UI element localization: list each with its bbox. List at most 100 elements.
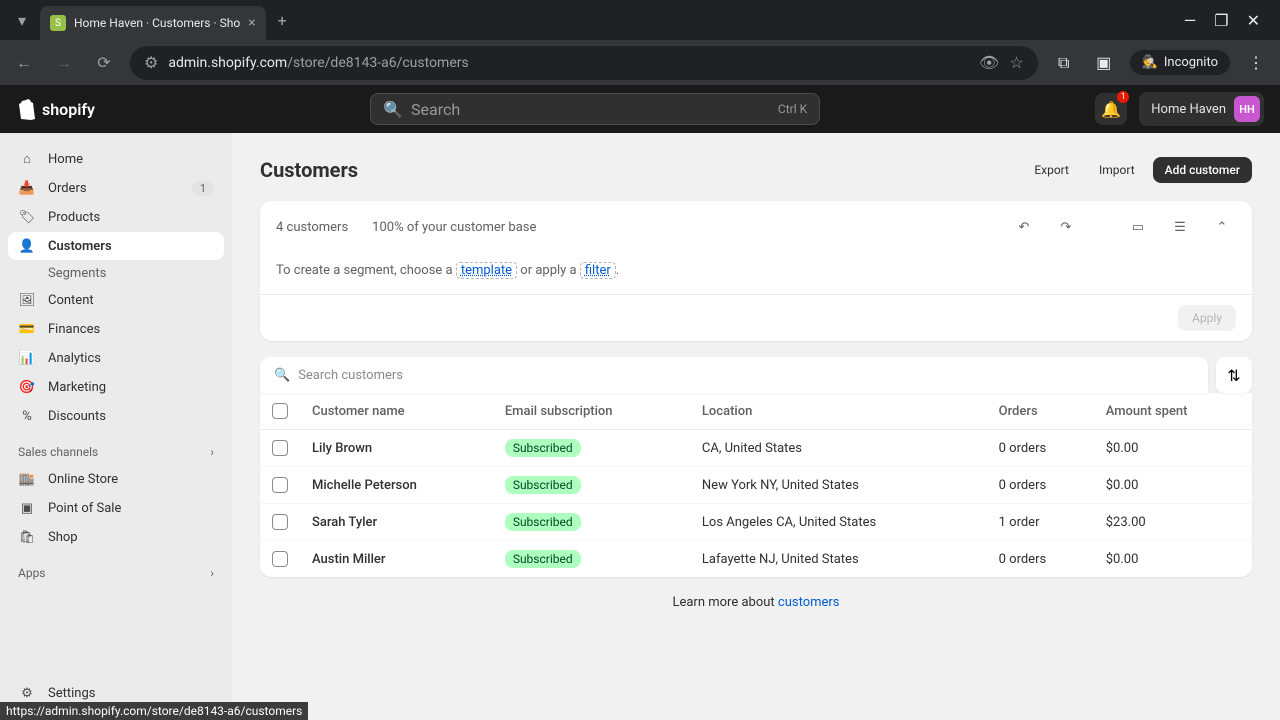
search-shortcut: Ctrl K [778,102,807,116]
cell-email: Subscribed [493,467,690,504]
nav-online-store[interactable]: 🏬Online Store [8,465,224,493]
maximize-icon[interactable]: ❐ [1214,11,1228,30]
finances-icon: 💳 [18,320,36,338]
col-email[interactable]: Email subscription [493,393,690,430]
import-button[interactable]: Import [1087,157,1147,183]
cell-location: Los Angeles CA, United States [690,504,987,541]
nav-segments[interactable]: Segments [8,261,224,286]
main-content: Customers Export Import Add customer 4 c… [232,133,1280,720]
page-title: Customers [260,158,358,182]
section-sales-channels[interactable]: Sales channels› [8,431,224,465]
customer-count: 4 customers [276,220,348,235]
collapse-button[interactable]: ⌃ [1208,213,1236,241]
app-header: shopify 🔍 Search Ctrl K 🔔 1 Home Haven H… [0,85,1280,133]
discounts-icon: % [18,407,36,425]
back-button[interactable]: ← [10,49,38,77]
nav-point-of-sale[interactable]: ▣Point of Sale [8,494,224,522]
home-icon: ⌂ [18,150,36,168]
nav-home[interactable]: ⌂Home [8,145,224,173]
tab-close-icon[interactable]: × [248,15,255,31]
bookmark-icon[interactable]: ☆ [1009,53,1023,72]
nav-finances[interactable]: 💳Finances [8,315,224,343]
col-name[interactable]: Customer name [300,393,493,430]
chevron-right-icon: › [210,566,214,580]
side-panel-icon[interactable]: ▣ [1090,49,1118,77]
cell-name: Austin Miller [300,541,493,578]
minimize-icon[interactable]: — [1184,11,1197,30]
add-customer-button[interactable]: Add customer [1153,157,1252,183]
customers-help-link[interactable]: customers [778,595,840,610]
nav-analytics[interactable]: 📊Analytics [8,344,224,372]
section-apps[interactable]: Apps› [8,552,224,586]
learn-more: Learn more about customers [260,577,1252,628]
cell-orders: 0 orders [987,430,1094,467]
tracking-icon[interactable]: 👁 [979,53,999,72]
filter-button[interactable]: ☰ [1166,213,1194,241]
nav-shop[interactable]: 🛍Shop [8,523,224,551]
close-window-icon[interactable]: ✕ [1247,11,1260,30]
row-checkbox[interactable] [272,477,288,493]
notifications-button[interactable]: 🔔 1 [1095,93,1127,125]
store-icon: 🏬 [18,470,36,488]
apply-button[interactable]: Apply [1178,305,1236,331]
template-link[interactable]: template [456,262,517,279]
store-switcher[interactable]: Home Haven HH [1139,92,1264,126]
select-all-checkbox[interactable] [272,403,288,419]
cell-amount: $0.00 [1094,467,1252,504]
sort-icon: ⇅ [1227,366,1240,385]
tab-list-dropdown[interactable]: ▾ [8,6,36,34]
content-icon: 🖼 [18,291,36,309]
filter-link[interactable]: filter [580,262,616,279]
col-amount[interactable]: Amount spent [1094,393,1252,430]
row-checkbox[interactable] [272,514,288,530]
table-row[interactable]: Michelle PetersonSubscribedNew York NY, … [260,467,1252,504]
sort-button[interactable]: ⇅ [1216,357,1252,393]
new-tab-button[interactable]: + [278,11,287,30]
templates-button[interactable]: ▭ [1124,213,1152,241]
incognito-chip[interactable]: 🕵 Incognito [1130,50,1230,75]
shop-icon: 🛍 [18,528,36,546]
subscribed-badge: Subscribed [505,513,581,531]
nav-orders[interactable]: 📥Orders1 [8,174,224,202]
nav-products[interactable]: 🏷Products [8,203,224,231]
table-row[interactable]: Austin MillerSubscribedLafayette NJ, Uni… [260,541,1252,578]
reload-button[interactable]: ⟳ [90,49,118,77]
incognito-icon: 🕵 [1142,55,1158,70]
undo-button[interactable]: ↶ [1010,213,1038,241]
notification-badge: 1 [1117,91,1129,103]
col-location[interactable]: Location [690,393,987,430]
browser-tab[interactable]: S Home Haven · Customers · Sho × [40,6,266,40]
row-checkbox[interactable] [272,440,288,456]
sidebar: ⌂Home 📥Orders1 🏷Products 👤Customers Segm… [0,133,232,720]
chevron-right-icon: › [210,445,214,459]
cell-amount: $0.00 [1094,430,1252,467]
marketing-icon: 🎯 [18,378,36,396]
customer-search-input[interactable]: 🔍 Search customers [260,357,1208,393]
col-orders[interactable]: Orders [987,393,1094,430]
row-checkbox[interactable] [272,551,288,567]
pos-icon: ▣ [18,499,36,517]
extensions-icon[interactable]: ⧉ [1050,49,1078,77]
export-button[interactable]: Export [1022,157,1081,183]
nav-customers[interactable]: 👤Customers [8,232,224,260]
global-search[interactable]: 🔍 Search Ctrl K [370,93,820,125]
subscribed-badge: Subscribed [505,439,581,457]
segment-editor[interactable]: To create a segment, choose a template o… [260,253,1252,294]
cell-name: Lily Brown [300,430,493,467]
cell-amount: $0.00 [1094,541,1252,578]
gear-icon: ⚙ [18,684,36,702]
address-bar[interactable]: ⚙ admin.shopify.com/store/de8143-a6/cust… [130,46,1038,80]
site-settings-icon[interactable]: ⚙ [144,53,158,72]
table-row[interactable]: Sarah TylerSubscribedLos Angeles CA, Uni… [260,504,1252,541]
table-row[interactable]: Lily BrownSubscribedCA, United States0 o… [260,430,1252,467]
redo-button[interactable]: ↷ [1052,213,1080,241]
nav-marketing[interactable]: 🎯Marketing [8,373,224,401]
cell-email: Subscribed [493,430,690,467]
forward-button[interactable]: → [50,49,78,77]
nav-content[interactable]: 🖼Content [8,286,224,314]
cell-orders: 0 orders [987,541,1094,578]
customers-icon: 👤 [18,237,36,255]
menu-icon[interactable]: ⋮ [1242,49,1270,77]
shopify-logo[interactable]: shopify [16,98,95,120]
nav-discounts[interactable]: %Discounts [8,402,224,430]
